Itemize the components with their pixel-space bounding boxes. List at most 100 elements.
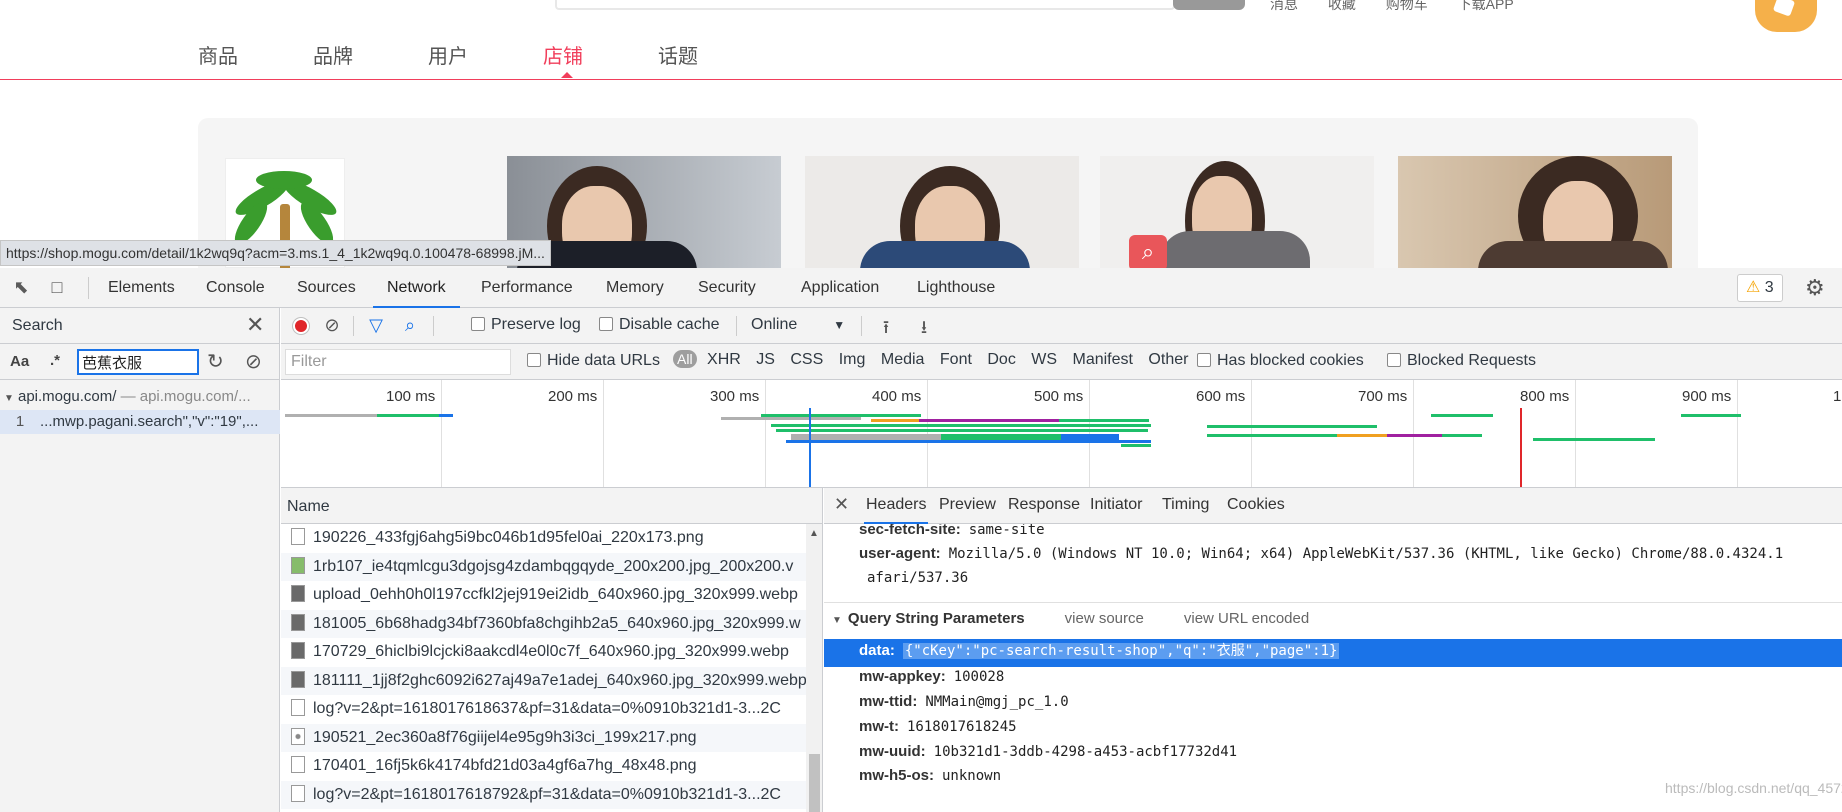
search-result-line[interactable]: 1 ...mwp.pagani.search","v":"19",... bbox=[0, 410, 280, 434]
type-filter-font[interactable]: Font bbox=[940, 351, 972, 369]
regex-toggle[interactable]: .* bbox=[50, 352, 60, 369]
search-icon[interactable]: ⌕ bbox=[399, 315, 421, 337]
floating-search-icon[interactable]: ⌕ bbox=[1129, 235, 1167, 268]
tab-network[interactable]: Network bbox=[373, 268, 460, 308]
request-waterfall-bar bbox=[439, 414, 453, 417]
tab-cookies[interactable]: Cookies bbox=[1227, 488, 1285, 524]
disable-cache-checkbox[interactable]: Disable cache bbox=[599, 316, 720, 334]
hide-data-urls-checkbox[interactable]: Hide data URLs bbox=[527, 352, 660, 370]
table-row[interactable]: upload_0ehh0h0l197ccfkl2jej919ei2idb_640… bbox=[281, 581, 806, 610]
tab-elements[interactable]: Elements bbox=[108, 268, 175, 308]
image-icon bbox=[291, 585, 305, 602]
table-row[interactable]: 181111_1jj8f2ghc6092i627aj49a7e1adej_640… bbox=[281, 666, 806, 695]
tab-preview[interactable]: Preview bbox=[939, 488, 996, 524]
tab-initiator[interactable]: Initiator bbox=[1090, 488, 1142, 524]
type-filter-ws[interactable]: WS bbox=[1031, 351, 1057, 369]
timeline-tick-label: 400 ms bbox=[872, 388, 922, 405]
scrollbar-thumb[interactable] bbox=[809, 754, 820, 812]
tab-console[interactable]: Console bbox=[206, 268, 265, 308]
site-category-nav: 商品 品牌 用户 店铺 话题 bbox=[198, 40, 773, 78]
query-param-row[interactable]: mw-t: 1618017618245 bbox=[824, 715, 1017, 743]
site-search-button[interactable] bbox=[1173, 0, 1245, 10]
table-row[interactable]: 190521_2ec360a8f76giijel4e95g9h3i3ci_199… bbox=[281, 723, 806, 752]
filter-input[interactable]: Filter bbox=[285, 349, 511, 375]
close-detail-icon[interactable]: ✕ bbox=[834, 494, 849, 515]
site-logo-icon[interactable] bbox=[1755, 0, 1817, 32]
warnings-badge[interactable]: ⚠ 3 bbox=[1737, 274, 1783, 302]
param-key: data: bbox=[859, 642, 895, 659]
close-search-icon[interactable]: ✕ bbox=[246, 312, 264, 338]
type-filter-all[interactable]: All bbox=[673, 350, 697, 368]
type-filter-media[interactable]: Media bbox=[881, 351, 925, 369]
site-search-input[interactable] bbox=[555, 0, 1175, 10]
export-har-icon[interactable]: ⭳ bbox=[913, 315, 935, 337]
tab-performance[interactable]: Performance bbox=[481, 268, 573, 308]
table-row[interactable]: 181005_6b68hadg34bf7360bfa8chgihb2a5_640… bbox=[281, 609, 806, 638]
clear-log-icon[interactable]: ⊘ bbox=[321, 315, 343, 337]
search-query-input[interactable] bbox=[77, 349, 199, 375]
tab-sources[interactable]: Sources bbox=[297, 268, 356, 308]
table-row[interactable]: 170401_16fj5k6k4174bfd21d03a4gf6a7hg_48x… bbox=[281, 752, 806, 781]
view-source-link[interactable]: view source bbox=[1065, 610, 1144, 627]
import-har-icon[interactable]: ⭱ bbox=[875, 315, 897, 337]
query-param-row[interactable]: mw-ttid: NMMain@mgj_pc_1.0 bbox=[824, 690, 1069, 718]
product-thumbnail[interactable] bbox=[1398, 156, 1672, 268]
tab-lighthouse[interactable]: Lighthouse bbox=[917, 268, 995, 308]
table-row[interactable]: 1rb107_ie4tqmlcgu3dgojsg4zdambqgqyde_200… bbox=[281, 552, 806, 581]
query-string-section-header[interactable]: ▼ Query String Parameters view source view … bbox=[824, 602, 1842, 636]
request-list-scrollbar[interactable]: ▲ bbox=[806, 524, 822, 812]
nav-item-brands[interactable]: 品牌 bbox=[313, 40, 428, 69]
tab-timing[interactable]: Timing bbox=[1162, 488, 1209, 524]
type-filter-css[interactable]: CSS bbox=[790, 351, 823, 369]
top-link-messages[interactable]: 消息 bbox=[1270, 0, 1298, 12]
request-waterfall-bar bbox=[776, 429, 1148, 432]
request-name: 181111_1jj8f2ghc6092i627aj49a7e1adej_640… bbox=[313, 671, 806, 689]
product-thumbnail[interactable] bbox=[805, 156, 1079, 268]
tab-headers[interactable]: Headers bbox=[864, 488, 929, 524]
name-column-header[interactable]: Name bbox=[281, 488, 822, 524]
nav-item-topics[interactable]: 话题 bbox=[658, 40, 773, 69]
network-filter-bar: Filter Hide data URLs All XHR JS CSS Img… bbox=[281, 344, 1842, 380]
preserve-log-checkbox[interactable]: Preserve log bbox=[471, 316, 581, 334]
query-param-row[interactable]: mw-h5-os: unknown bbox=[824, 764, 1001, 792]
tab-application[interactable]: Application bbox=[801, 268, 879, 308]
nav-item-shops[interactable]: 店铺 bbox=[543, 40, 658, 78]
has-blocked-cookies-checkbox[interactable]: Has blocked cookies bbox=[1197, 352, 1364, 370]
type-filter-img[interactable]: Img bbox=[839, 351, 866, 369]
clear-search-icon[interactable]: ⊘ bbox=[245, 349, 262, 374]
scroll-up-icon[interactable]: ▲ bbox=[809, 528, 819, 539]
record-icon[interactable] bbox=[293, 318, 309, 334]
query-param-row[interactable]: data: {"cKey":"pc-search-result-shop","q"… bbox=[824, 639, 1842, 667]
settings-gear-icon[interactable]: ⚙ bbox=[1805, 275, 1825, 301]
top-link-download-app[interactable]: 下载APP bbox=[1458, 0, 1514, 12]
type-filter-doc[interactable]: Doc bbox=[987, 351, 1015, 369]
inspect-element-icon[interactable]: ⬉ bbox=[10, 277, 32, 299]
blog-watermark: https://blog.csdn.net/qq_45722512 bbox=[1665, 780, 1842, 796]
table-row[interactable]: 170729_6hiclbi9lcjcki8aakcdl4e0l0c7f_640… bbox=[281, 638, 806, 667]
top-link-favorites[interactable]: 收藏 bbox=[1328, 0, 1356, 12]
throttling-select[interactable]: Online ▼ bbox=[751, 316, 845, 334]
network-overview-timeline[interactable]: 100 ms 200 ms 300 ms 400 ms 500 ms 600 m… bbox=[281, 380, 1842, 488]
tab-response[interactable]: Response bbox=[1008, 488, 1080, 524]
tab-memory[interactable]: Memory bbox=[606, 268, 664, 308]
device-toolbar-icon[interactable]: □ bbox=[46, 277, 68, 299]
search-result-file[interactable]: ▼ api.mogu.com/ — api.mogu.com/... bbox=[0, 388, 280, 410]
type-filter-other[interactable]: Other bbox=[1148, 351, 1188, 369]
type-filter-js[interactable]: JS bbox=[756, 351, 775, 369]
filter-icon[interactable]: ▽ bbox=[365, 315, 387, 337]
top-link-cart[interactable]: 购物车 bbox=[1386, 0, 1428, 12]
type-filter-xhr[interactable]: XHR bbox=[707, 351, 741, 369]
header-row: afari/537.36 bbox=[824, 566, 968, 594]
query-param-row[interactable]: mw-appkey: 100028 bbox=[824, 665, 1004, 693]
table-row[interactable]: log?v=2&pt=1618017618637&pf=31&data=0%09… bbox=[281, 695, 806, 724]
table-row[interactable]: log?v=2&pt=1618017618792&pf=31&data=0%09… bbox=[281, 780, 806, 809]
match-case-toggle[interactable]: Aa bbox=[10, 353, 29, 370]
nav-item-goods[interactable]: 商品 bbox=[198, 40, 313, 69]
refresh-search-icon[interactable]: ↻ bbox=[207, 349, 224, 374]
view-url-encoded-link[interactable]: view URL encoded bbox=[1184, 610, 1309, 627]
table-row[interactable]: 190226_433fgj6ahg5i9bc046b1d95fel0ai_220… bbox=[281, 524, 806, 553]
type-filter-manifest[interactable]: Manifest bbox=[1073, 351, 1133, 369]
tab-security[interactable]: Security bbox=[698, 268, 756, 308]
nav-item-users[interactable]: 用户 bbox=[428, 40, 543, 69]
blocked-requests-checkbox[interactable]: Blocked Requests bbox=[1387, 352, 1536, 370]
